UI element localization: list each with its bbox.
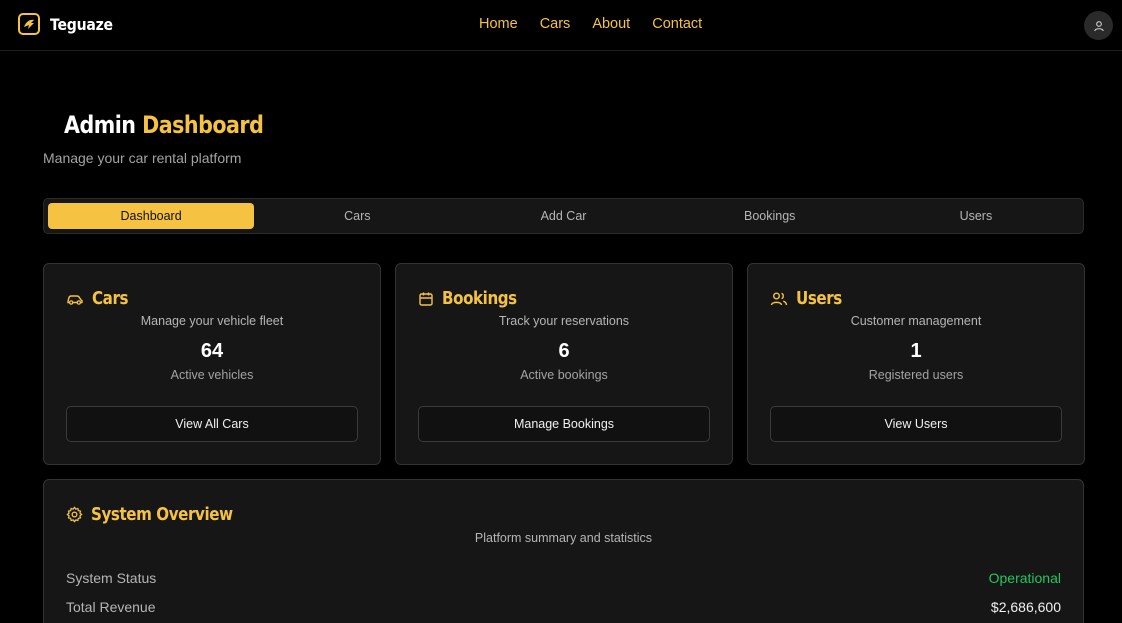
cars-count: 64 <box>200 340 224 362</box>
nav-about-link[interactable]: About <box>592 16 630 32</box>
main-nav: Home Cars About Contact <box>479 16 702 32</box>
calendar-icon <box>419 292 433 306</box>
admin-tabs: Dashboard Cars Add Car Bookings Users <box>43 198 1084 234</box>
manage-bookings-button[interactable]: Manage Bookings <box>418 406 710 442</box>
user-avatar-button[interactable] <box>1084 11 1113 40</box>
user-icon <box>1093 20 1104 31</box>
tab-bookings[interactable]: Bookings <box>667 203 873 229</box>
page-title-part2: Dashboard <box>142 111 264 139</box>
cars-card-title: Cars <box>92 288 129 309</box>
bookings-count-label: Active bookings <box>520 368 608 382</box>
users-icon <box>770 292 788 305</box>
top-navbar: Teguaze Home Cars About Contact <box>0 0 1122 51</box>
nav-home-link[interactable]: Home <box>479 16 518 32</box>
users-count: 1 <box>910 340 922 362</box>
users-card-description: Customer management <box>850 314 982 328</box>
cars-card: Cars Manage your vehicle fleet 64 Active… <box>43 263 381 465</box>
bookings-card-title: Bookings <box>442 288 517 309</box>
cars-card-description: Manage your vehicle fleet <box>140 314 284 328</box>
page-title: Admin Dashboard <box>64 111 264 139</box>
brand-logo-icon <box>18 13 40 35</box>
nav-cars-link[interactable]: Cars <box>540 16 571 32</box>
brand-name: Teguaze <box>50 14 113 34</box>
tab-users[interactable]: Users <box>873 203 1079 229</box>
system-status-label: System Status <box>66 570 157 586</box>
car-icon <box>67 294 83 305</box>
users-count-label: Registered users <box>868 368 964 382</box>
cars-count-label: Active vehicles <box>170 368 254 382</box>
gear-icon <box>66 506 83 523</box>
tab-cars[interactable]: Cars <box>254 203 460 229</box>
page-subtitle: Manage your car rental platform <box>43 150 242 166</box>
system-status-value: Operational <box>988 570 1061 586</box>
bookings-count: 6 <box>558 340 570 362</box>
view-all-cars-button[interactable]: View All Cars <box>66 406 358 442</box>
total-revenue-row: Total Revenue $2,686,600 <box>66 599 1061 615</box>
bookings-card-description: Track your reservations <box>498 314 630 328</box>
system-overview-card: System Overview Platform summary and sta… <box>43 479 1084 623</box>
system-overview-description: Platform summary and statistics <box>474 531 653 545</box>
nav-contact-link[interactable]: Contact <box>652 16 702 32</box>
users-card: Users Customer management 1 Registered u… <box>747 263 1085 465</box>
bookings-card: Bookings Track your reservations 6 Activ… <box>395 263 733 465</box>
users-card-title: Users <box>796 288 842 309</box>
view-users-button[interactable]: View Users <box>770 406 1062 442</box>
system-status-row: System Status Operational <box>66 570 1061 586</box>
total-revenue-value: $2,686,600 <box>990 599 1061 615</box>
system-overview-title: System Overview <box>91 504 233 525</box>
page-title-part1: Admin <box>64 111 136 139</box>
tab-add-car[interactable]: Add Car <box>460 203 666 229</box>
brand[interactable]: Teguaze <box>18 13 121 35</box>
tab-dashboard[interactable]: Dashboard <box>48 203 255 229</box>
total-revenue-label: Total Revenue <box>66 599 156 615</box>
